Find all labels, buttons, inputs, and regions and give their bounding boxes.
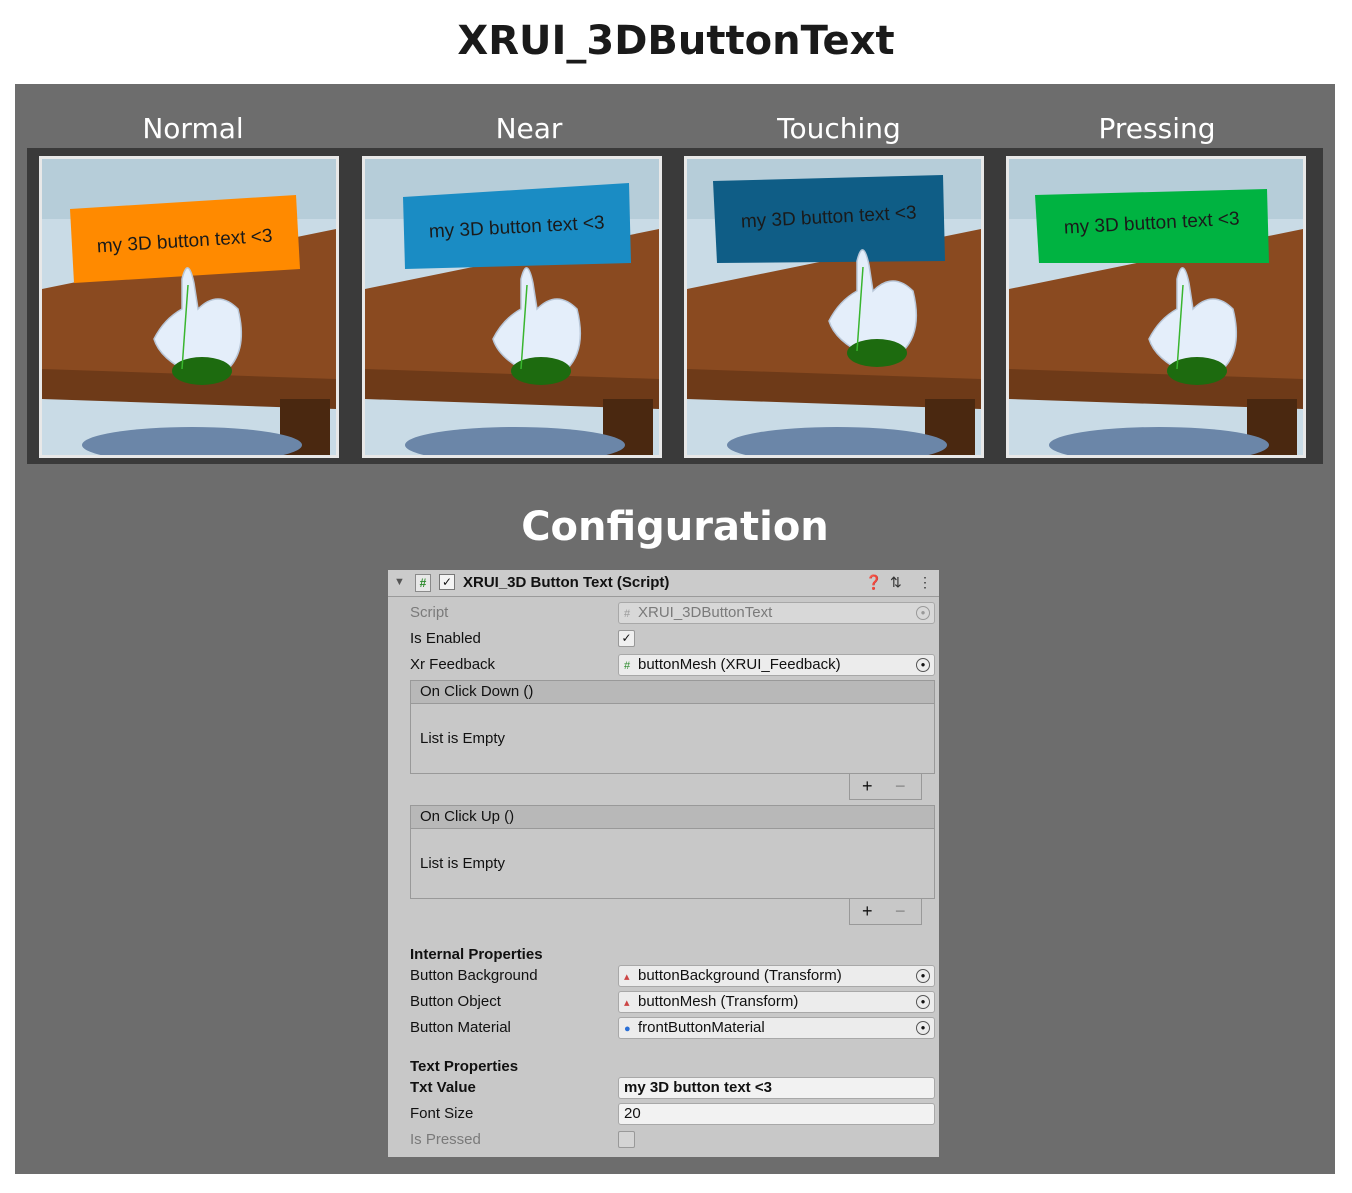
add-listener-button[interactable]: + (862, 901, 873, 922)
button-background-row: Button Background ▴ buttonBackground (Tra… (410, 965, 935, 987)
object-picker-icon[interactable]: ● (916, 1021, 930, 1035)
button-object-label: Button Object (410, 993, 501, 1010)
button-background-value: buttonBackground (Transform) (638, 967, 842, 984)
scene-illustration: my 3D button text <3 (687, 159, 981, 455)
remove-listener-button[interactable]: − (895, 901, 906, 922)
font-size-label: Font Size (410, 1105, 474, 1122)
thumbnail-normal: my 3D button text <3 (39, 156, 339, 458)
txt-value-row: Txt Value my 3D button text <3 (410, 1077, 935, 1099)
object-picker-icon[interactable]: ● (916, 969, 930, 983)
preview-panel: Normal Near Touching Pressing my 3D butt… (15, 84, 1335, 1174)
button-material-value: frontButtonMaterial (638, 1019, 765, 1036)
on-click-down-header: On Click Down () (410, 680, 935, 704)
object-picker-icon[interactable]: ● (916, 658, 930, 672)
text-properties-label: Text Properties (410, 1058, 519, 1075)
component-title: XRUI_3D Button Text (Script) (463, 574, 670, 591)
on-click-up-footer: + − (849, 899, 922, 925)
config-title: Configuration (521, 504, 829, 550)
on-click-down-footer: + − (849, 774, 922, 800)
is-pressed-checkbox (618, 1131, 635, 1148)
txt-value-label: Txt Value (410, 1079, 476, 1096)
button-background-label: Button Background (410, 967, 538, 984)
is-enabled-label: Is Enabled (410, 630, 481, 647)
state-label-near: Near (495, 112, 563, 145)
thumbnail-touching: my 3D button text <3 (684, 156, 984, 458)
button-object-value: buttonMesh (Transform) (638, 993, 799, 1010)
button-object-row: Button Object ▴ buttonMesh (Transform) ● (410, 991, 935, 1013)
xr-feedback-value: buttonMesh (XRUI_Feedback) (638, 656, 841, 673)
help-icon[interactable]: ❓ (865, 574, 882, 591)
object-picker-icon: ● (916, 606, 930, 620)
is-enabled-checkbox[interactable]: ✓ (618, 630, 635, 647)
component-header[interactable]: ▼ # ✓ XRUI_3D Button Text (Script) ❓ ⇅ ⋮ (388, 570, 939, 597)
xr-feedback-label: Xr Feedback (410, 656, 496, 673)
add-listener-button[interactable]: + (862, 776, 873, 797)
preset-icon[interactable]: ⇅ (890, 574, 902, 591)
script-file-icon: # (624, 608, 631, 620)
component-enabled-checkbox[interactable]: ✓ (439, 574, 455, 590)
script-hash-icon: # (624, 660, 631, 672)
font-size-row: Font Size 20 (410, 1103, 935, 1125)
is-pressed-label: Is Pressed (410, 1131, 481, 1148)
state-thumbnail-strip: my 3D button text <3 my 3D button text <… (27, 148, 1323, 464)
transform-icon: ▴ (624, 971, 630, 983)
thumbnail-near: my 3D button text <3 (362, 156, 662, 458)
state-label-touching: Touching (777, 112, 901, 145)
is-enabled-row: Is Enabled ✓ (410, 628, 935, 650)
script-row: Script # XRUI_3DButtonText ● (410, 602, 935, 624)
font-size-input[interactable]: 20 (618, 1103, 935, 1125)
page-title: XRUI_3DButtonText (457, 18, 895, 64)
xr-feedback-row: Xr Feedback # buttonMesh (XRUI_Feedback) … (410, 654, 935, 676)
button-object-field[interactable]: ▴ buttonMesh (Transform) ● (618, 991, 935, 1013)
remove-listener-button[interactable]: − (895, 776, 906, 797)
script-label: Script (410, 604, 449, 621)
internal-properties-header: Internal Properties (410, 944, 935, 966)
more-menu-icon[interactable]: ⋮ (918, 574, 932, 591)
on-click-down-list: List is Empty (410, 704, 935, 774)
script-field: # XRUI_3DButtonText ● (618, 602, 935, 624)
transform-icon: ▴ (624, 997, 630, 1009)
scene-illustration: my 3D button text <3 (365, 159, 659, 455)
material-sphere-icon: ● (624, 1023, 631, 1035)
scene-illustration: my 3D button text <3 (1009, 159, 1303, 455)
inspector-component: ▼ # ✓ XRUI_3D Button Text (Script) ❓ ⇅ ⋮… (388, 570, 939, 1157)
script-hash-icon: # (415, 574, 431, 592)
thumbnail-pressing: my 3D button text <3 (1006, 156, 1306, 458)
is-pressed-row: Is Pressed (410, 1129, 935, 1151)
on-click-up-list: List is Empty (410, 829, 935, 899)
internal-properties-label: Internal Properties (410, 946, 543, 963)
button-material-field[interactable]: ● frontButtonMaterial ● (618, 1017, 935, 1039)
script-value: XRUI_3DButtonText (638, 604, 773, 621)
button-material-label: Button Material (410, 1019, 511, 1036)
object-picker-icon[interactable]: ● (916, 995, 930, 1009)
txt-value-input[interactable]: my 3D button text <3 (618, 1077, 935, 1099)
scene-illustration: my 3D button text <3 (42, 159, 336, 455)
button-material-row: Button Material ● frontButtonMaterial ● (410, 1017, 935, 1039)
on-click-up-header: On Click Up () (410, 805, 935, 829)
state-label-pressing: Pressing (1098, 112, 1216, 145)
xr-feedback-field[interactable]: # buttonMesh (XRUI_Feedback) ● (618, 654, 935, 676)
state-label-normal: Normal (142, 112, 244, 145)
foldout-arrow-icon[interactable]: ▼ (394, 576, 405, 588)
text-properties-header: Text Properties (410, 1056, 935, 1078)
button-background-field[interactable]: ▴ buttonBackground (Transform) ● (618, 965, 935, 987)
